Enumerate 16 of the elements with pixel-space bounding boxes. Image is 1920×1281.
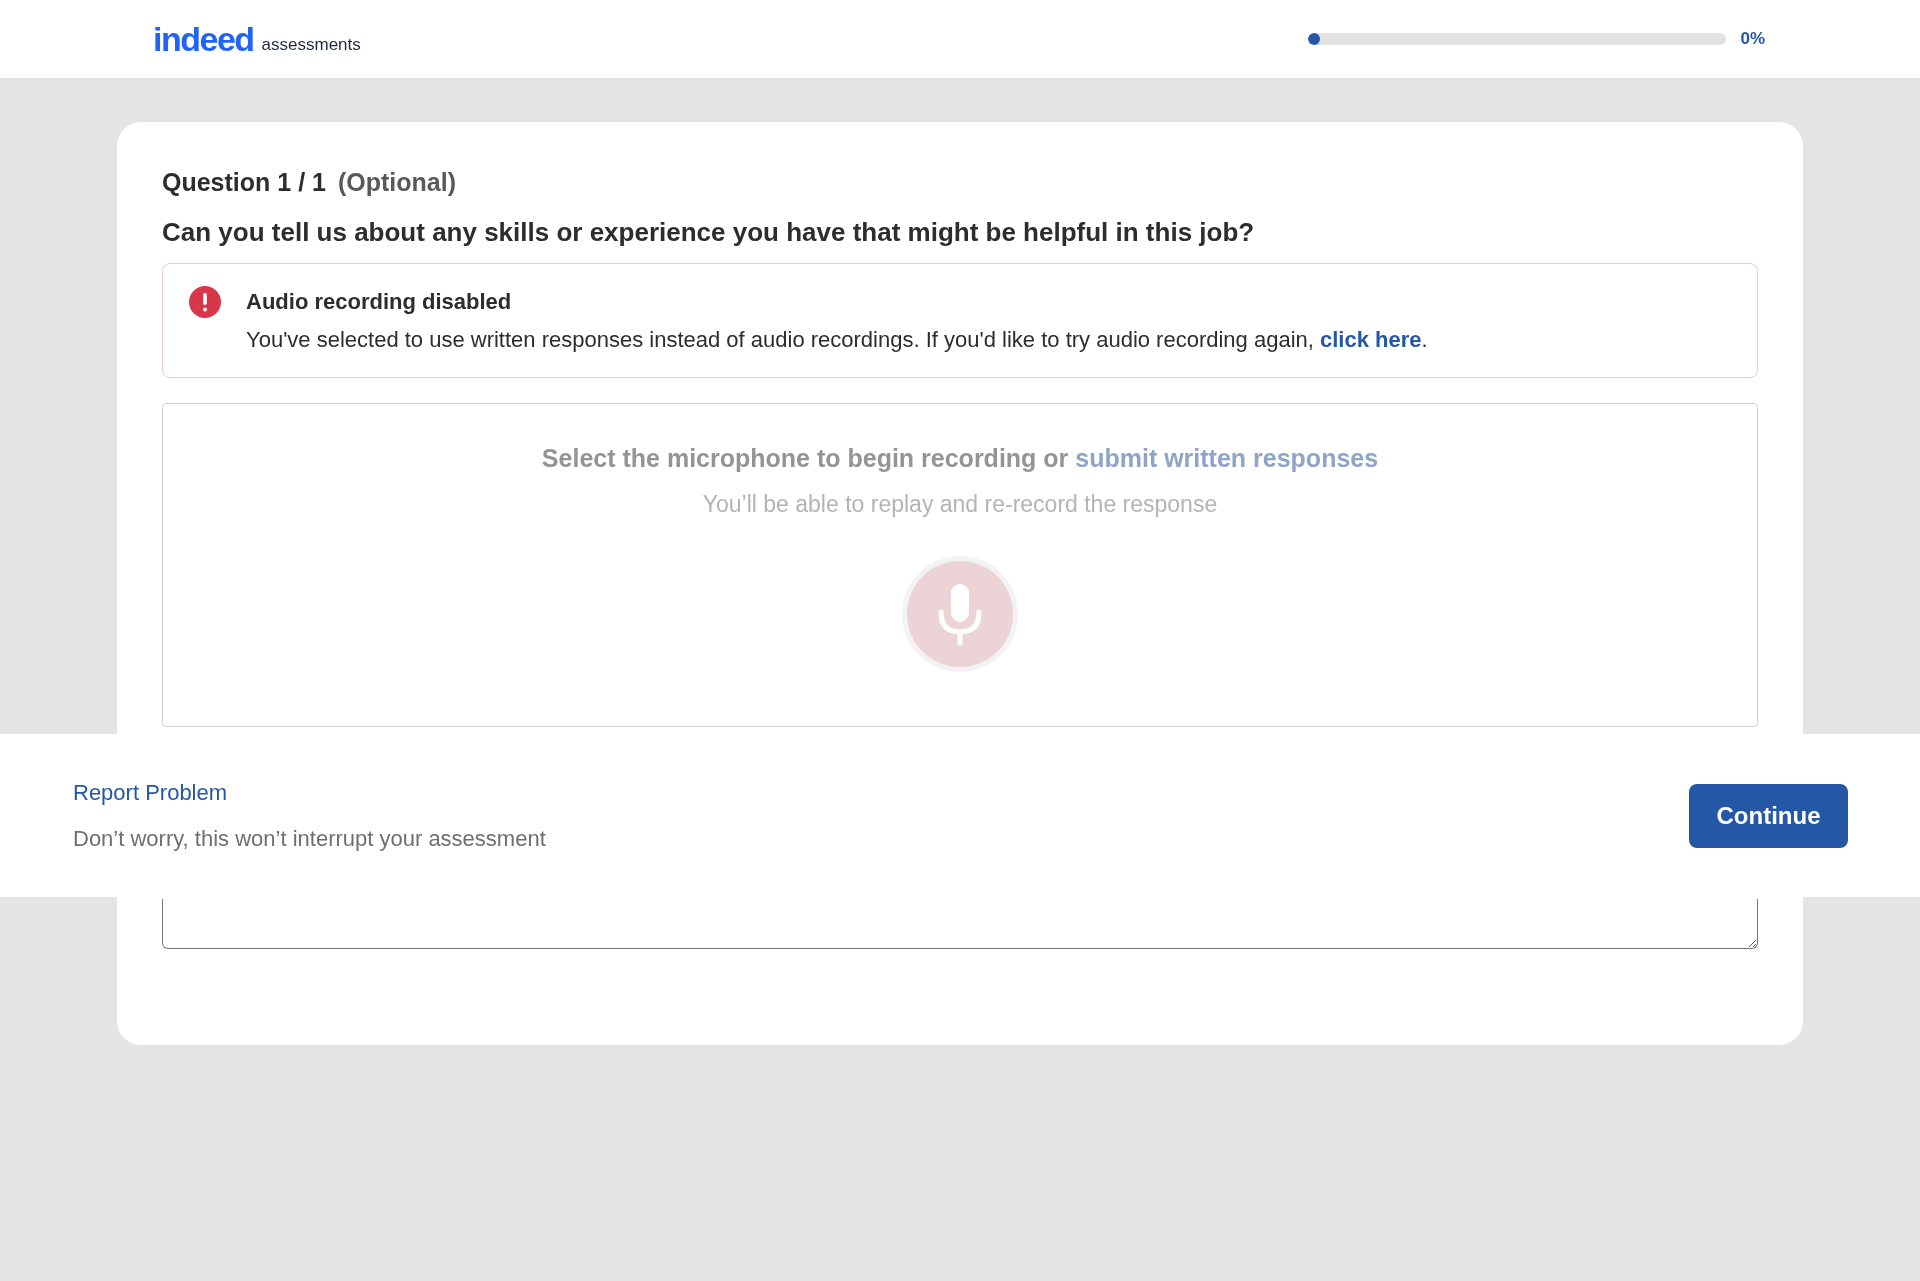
product-name: assessments	[261, 35, 361, 56]
click-here-link[interactable]: click here	[1320, 327, 1422, 352]
alert-message: You've selected to use written responses instead of audio recordings. If you'd like to try audio recording again, click here.	[246, 327, 1428, 353]
alert-title: Audio recording disabled	[246, 289, 513, 315]
answer-field[interactable]	[162, 899, 1758, 949]
reassurance-note: Don’t worry, this won’t interrupt your assessment	[73, 825, 546, 852]
error-icon	[189, 286, 221, 318]
progress-percent: 0%	[1740, 29, 1765, 49]
logo-wordmark: indeed	[153, 22, 254, 56]
recording-hint: You’ll be able to replay and re-record the response	[702, 491, 1218, 518]
report-problem-link[interactable]: Report Problem	[73, 779, 228, 805]
optional-label: (Optional)	[337, 168, 456, 197]
question-text: Can you tell us about any skills or experience you have that might be helpful in this job?	[162, 217, 1256, 248]
continue-button[interactable]: Continue	[1689, 783, 1848, 848]
recording-prompt: Select the microphone to begin recording or submit written responses	[541, 444, 1379, 473]
question-number: Question 1 / 1	[162, 168, 326, 197]
